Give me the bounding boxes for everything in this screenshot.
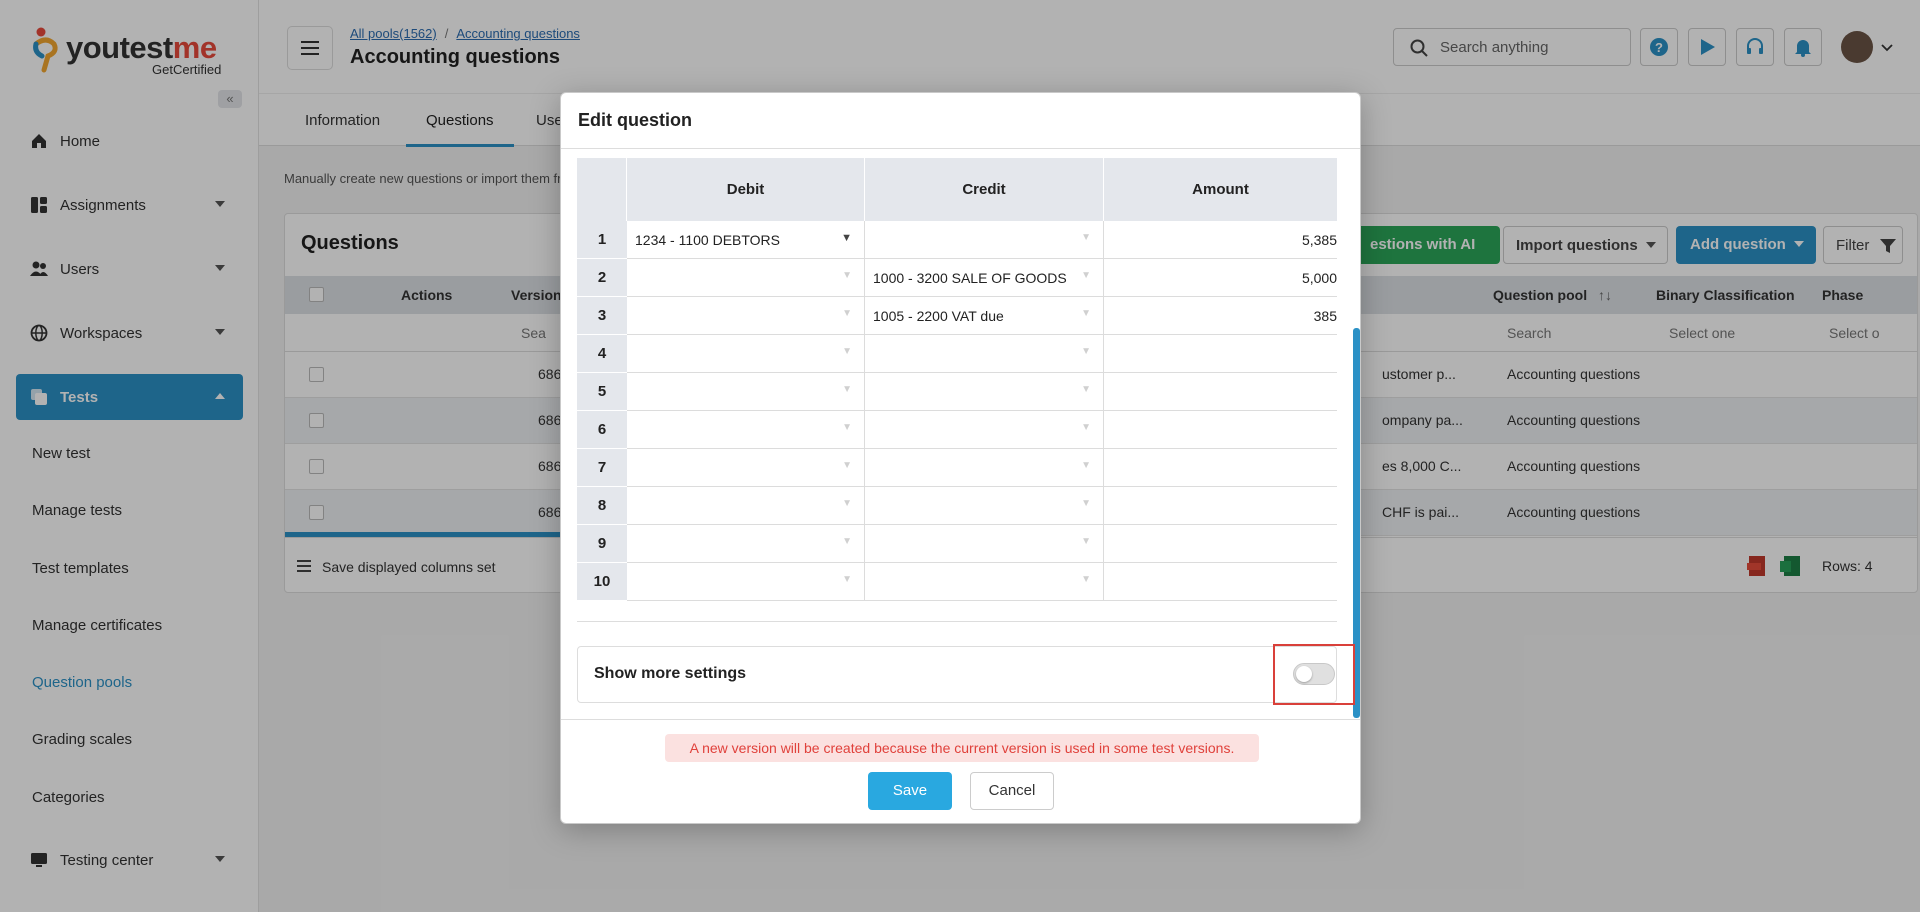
- col-amount: Amount: [1104, 158, 1337, 221]
- debit-select[interactable]: ▼: [627, 563, 865, 601]
- toggle-highlight: [1273, 644, 1355, 705]
- amount-input[interactable]: [1104, 373, 1337, 411]
- amount-input[interactable]: [1104, 411, 1337, 449]
- save-button[interactable]: Save: [868, 772, 952, 810]
- row-number: 5: [577, 373, 627, 411]
- credit-select[interactable]: ▼: [865, 335, 1104, 373]
- show-more-settings-label: Show more settings: [594, 665, 747, 682]
- dropdown-arrow-icon: ▼: [842, 384, 852, 395]
- debit-select[interactable]: ▼: [627, 259, 865, 297]
- credit-select[interactable]: ▼: [865, 487, 1104, 525]
- cancel-button[interactable]: Cancel: [970, 772, 1054, 810]
- show-more-settings-toggle[interactable]: [1293, 663, 1335, 685]
- show-more-settings-row: Show more settings: [577, 644, 1355, 705]
- credit-select[interactable]: ▼: [865, 373, 1104, 411]
- amount-value: 385: [1313, 308, 1337, 324]
- dropdown-arrow-icon: ▼: [1081, 536, 1091, 547]
- amount-input[interactable]: [1104, 487, 1337, 525]
- dropdown-arrow-icon: ▼: [1081, 232, 1091, 243]
- version-warning: A new version will be created because th…: [665, 734, 1259, 762]
- dropdown-arrow-icon: ▼: [841, 232, 852, 244]
- debit-select[interactable]: ▼: [627, 487, 865, 525]
- row-number: 4: [577, 335, 627, 373]
- row-number: 8: [577, 487, 627, 525]
- dropdown-arrow-icon: ▼: [1081, 498, 1091, 509]
- toggle-knob: [1296, 666, 1312, 682]
- amount-input[interactable]: [1104, 563, 1337, 601]
- col-credit: Credit: [865, 158, 1104, 221]
- debit-select[interactable]: ▼: [627, 449, 865, 487]
- debit-select[interactable]: ▼: [627, 297, 865, 335]
- col-debit: Debit: [627, 158, 865, 221]
- amount-input[interactable]: 385: [1104, 297, 1337, 335]
- dropdown-arrow-icon: ▼: [1081, 574, 1091, 585]
- amount-value: 5,000: [1301, 270, 1337, 286]
- credit-select[interactable]: 1000 - 3200 SALE OF GOODS ▼: [865, 259, 1104, 297]
- grid-header-corner: [577, 158, 627, 221]
- dropdown-arrow-icon: ▼: [842, 536, 852, 547]
- row-number: 9: [577, 525, 627, 563]
- dropdown-arrow-icon: ▼: [842, 498, 852, 509]
- row-number: 10: [577, 563, 627, 601]
- dropdown-arrow-icon: ▼: [842, 346, 852, 357]
- dropdown-arrow-icon: ▼: [842, 460, 852, 471]
- divider: [561, 719, 1360, 720]
- dropdown-arrow-icon: ▼: [842, 422, 852, 433]
- dropdown-arrow-icon: ▼: [1081, 460, 1091, 471]
- amount-input[interactable]: [1104, 449, 1337, 487]
- credit-select[interactable]: ▼: [865, 221, 1104, 259]
- debit-select[interactable]: ▼: [627, 335, 865, 373]
- debit-select[interactable]: ▼: [627, 525, 865, 563]
- divider: [561, 148, 1360, 149]
- credit-select[interactable]: ▼: [865, 563, 1104, 601]
- amount-input[interactable]: 5,000: [1104, 259, 1337, 297]
- debit-select[interactable]: ▼: [627, 411, 865, 449]
- row-number: 7: [577, 449, 627, 487]
- row-number: 3: [577, 297, 627, 335]
- credit-value: 1005 - 2200 VAT due: [873, 308, 1004, 324]
- dropdown-arrow-icon: ▼: [1081, 422, 1091, 433]
- credit-value: 1000 - 3200 SALE OF GOODS: [873, 270, 1067, 286]
- amount-input[interactable]: 5,385: [1104, 221, 1337, 259]
- credit-select[interactable]: ▼: [865, 449, 1104, 487]
- edit-question-dialog: Edit question Debit Credit Amount 1 1234…: [560, 92, 1361, 824]
- dropdown-arrow-icon: ▼: [1081, 308, 1091, 319]
- dropdown-arrow-icon: ▼: [1081, 270, 1091, 281]
- amount-value: 5,385: [1301, 232, 1337, 248]
- row-number: 2: [577, 259, 627, 297]
- dialog-title: Edit question: [578, 110, 692, 130]
- credit-select[interactable]: ▼: [865, 525, 1104, 563]
- credit-select[interactable]: 1005 - 2200 VAT due ▼: [865, 297, 1104, 335]
- divider: [577, 621, 1337, 622]
- dropdown-arrow-icon: ▼: [1081, 384, 1091, 395]
- amount-input[interactable]: [1104, 335, 1337, 373]
- debit-select[interactable]: ▼: [627, 373, 865, 411]
- dropdown-arrow-icon: ▼: [842, 270, 852, 281]
- row-number: 1: [577, 221, 627, 259]
- debit-select[interactable]: 1234 - 1100 DEBTORS ▼: [627, 221, 865, 259]
- dropdown-arrow-icon: ▼: [1081, 346, 1091, 357]
- row-number: 6: [577, 411, 627, 449]
- debit-value: 1234 - 1100 DEBTORS: [635, 232, 781, 248]
- credit-select[interactable]: ▼: [865, 411, 1104, 449]
- amount-input[interactable]: [1104, 525, 1337, 563]
- dropdown-arrow-icon: ▼: [842, 308, 852, 319]
- dropdown-arrow-icon: ▼: [842, 574, 852, 585]
